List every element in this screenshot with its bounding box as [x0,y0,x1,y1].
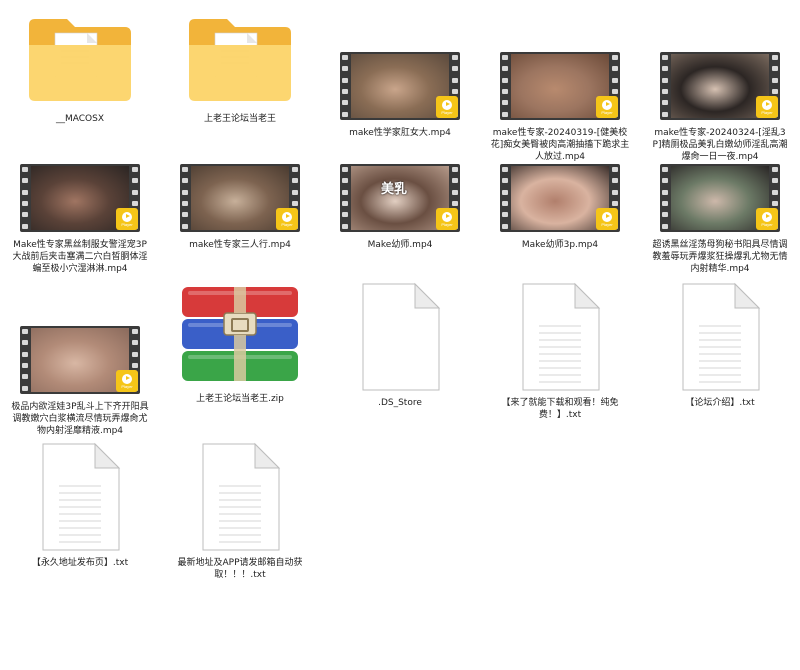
video-thumbnail: Player [20,164,140,232]
folder-icon [29,19,131,101]
player-badge-icon: Player [436,96,458,118]
player-badge-icon: Player [756,208,778,230]
player-badge-icon: Player [116,370,138,392]
document-icon [42,442,121,551]
doc-icon [640,280,800,394]
player-badge-icon: Player [596,208,618,230]
file-name-label: Make幼师.mp4 [367,240,433,250]
folder-item[interactable]: 上老王论坛当老王 [160,10,320,125]
document-icon [362,282,441,391]
folder-icon [160,10,320,110]
video-icon: Player [160,160,320,236]
archive-icon [182,287,298,381]
doc-item[interactable]: 最新地址及APP请发邮箱自动获取！！！.txt [160,440,320,581]
doc-icon [0,440,160,554]
file-name-label: make性专家-20240319-[健美校花]痴女美臀被肉高潮抽搐下跪求主人放过… [490,128,630,162]
doc-item[interactable]: 【论坛介绍】.txt [640,280,800,409]
player-badge-icon: Player [596,96,618,118]
video-icon: Player [640,160,800,236]
video-icon: Player [640,48,800,124]
doc-item[interactable]: 【来了就能下载和观看！纯免费！】.txt [480,280,640,421]
folder-item[interactable]: __MACOSX [0,10,160,125]
file-name-label: Make性专家黑丝制服女警淫宠3P大战前后夹击塞满二穴白皙胴体淫蝙至极小穴湿淋淋… [12,240,148,274]
video-item[interactable]: Player make性专家-20240324-[淫乱3P]精厕极品美乳白嫩幼师… [640,48,800,163]
video-item[interactable]: 美乳 Player Make幼师.mp4 [320,160,480,251]
video-icon: Player [320,48,480,124]
video-item[interactable]: Player Make幼师3p.mp4 [480,160,640,251]
video-thumbnail: Player [180,164,300,232]
video-icon: Player [0,322,160,398]
document-icon [522,282,601,391]
document-icon [202,442,281,551]
video-icon: Player [480,160,640,236]
video-thumbnail: Player [500,52,620,120]
file-name-label: 【永久地址发布页】.txt [31,558,129,568]
file-name-label: make性专家三人行.mp4 [189,240,291,250]
file-name-label: 超诱黑丝淫荡母狗秘书阳具尽情调教羞辱玩弄爆浆狂操爆乳尤物无情内射精华.mp4 [652,240,788,274]
file-name-label: Make幼师3p.mp4 [521,240,599,250]
file-name-label: 上老王论坛当老王.zip [196,394,284,404]
doc-icon [480,280,640,394]
file-name-label: make性学家肛女大.mp4 [349,128,451,138]
folder-icon [0,10,160,110]
document-icon [682,282,761,391]
zip-icon [160,280,320,390]
video-thumbnail: Player [660,52,780,120]
video-icon: Player [480,48,640,124]
doc-item[interactable]: 【永久地址发布页】.txt [0,440,160,569]
video-item[interactable]: Player make性专家三人行.mp4 [160,160,320,251]
video-thumbnail: Player [500,164,620,232]
doc-item[interactable]: .DS_Store [320,280,480,409]
video-icon: 美乳 Player [320,160,480,236]
file-name-label: 【来了就能下载和观看！纯免费！】.txt [501,398,619,420]
file-name-label: 极品内欲淫娃3P乱斗上下齐开阳具调教嫩穴白浆横流尽情玩弄爆肏尤物内射淫靡精液.m… [11,402,149,436]
video-item[interactable]: Player 超诱黑丝淫荡母狗秘书阳具尽情调教羞辱玩弄爆浆狂操爆乳尤物无情内射精… [640,160,800,275]
video-thumbnail: Player [340,52,460,120]
doc-icon [320,280,480,394]
overlay-caption: 美乳 [381,182,408,197]
file-name-label: __MACOSX [55,114,104,124]
video-thumbnail: 美乳 Player [340,164,460,232]
file-name-label: .DS_Store [378,398,422,408]
video-item[interactable]: Player make性专家-20240319-[健美校花]痴女美臀被肉高潮抽搐… [480,48,640,163]
file-grid: __MACOSX 上老王论坛当老王 Player make性学家肛女大.mp4 … [0,0,800,670]
video-item[interactable]: Player Make性专家黑丝制服女警淫宠3P大战前后夹击塞满二穴白皙胴体淫蝙… [0,160,160,275]
player-badge-icon: Player [756,96,778,118]
doc-icon [160,440,320,554]
folder-icon [189,19,291,101]
file-name-label: 最新地址及APP请发邮箱自动获取！！！.txt [177,558,303,580]
player-badge-icon: Player [276,208,298,230]
player-badge-icon: Player [116,208,138,230]
video-item[interactable]: Player 极品内欲淫娃3P乱斗上下齐开阳具调教嫩穴白浆横流尽情玩弄爆肏尤物内… [0,322,160,437]
file-name-label: 上老王论坛当老王 [203,114,276,124]
file-name-label: make性专家-20240324-[淫乱3P]精厕极品美乳白嫩幼师淫乱高潮爆肏一… [652,128,788,162]
player-badge-icon: Player [436,208,458,230]
video-thumbnail: Player [20,326,140,394]
file-name-label: 【论坛介绍】.txt [685,398,755,408]
zip-item[interactable]: 上老王论坛当老王.zip [160,280,320,405]
video-icon: Player [0,160,160,236]
video-item[interactable]: Player make性学家肛女大.mp4 [320,48,480,139]
video-thumbnail: Player [660,164,780,232]
